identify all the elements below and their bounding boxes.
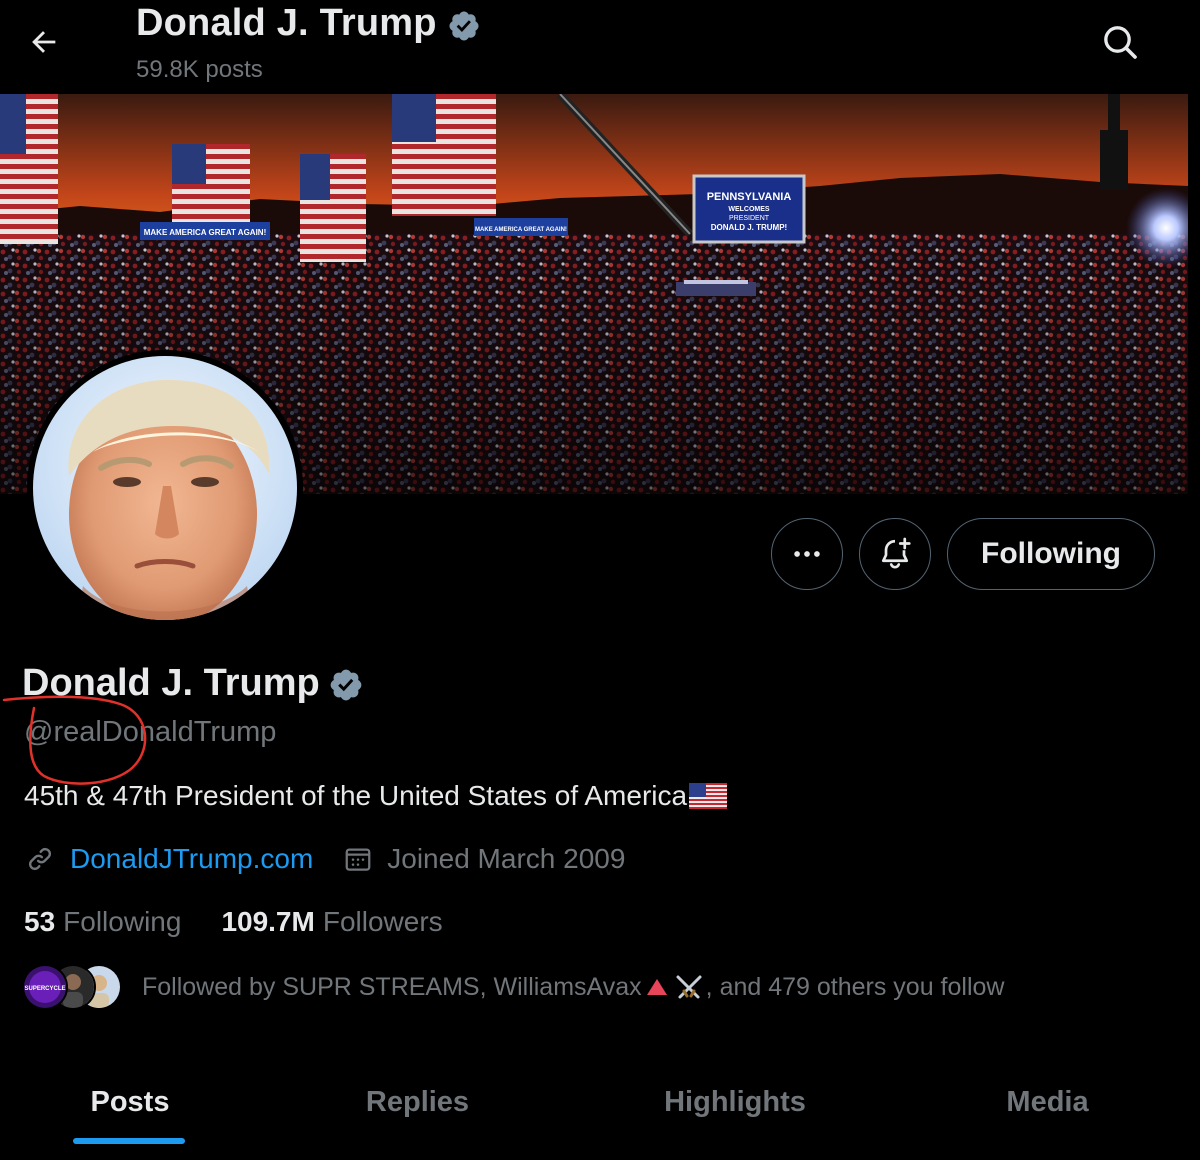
header-name: Donald J. Trump xyxy=(136,2,437,44)
banner-mid-sign: MAKE AMERICA GREAT AGAIN! xyxy=(475,227,567,233)
tab-media-label: Media xyxy=(1006,1085,1089,1118)
link-icon xyxy=(28,847,52,871)
profile-bio: 45th & 47th President of the United Stat… xyxy=(24,780,728,812)
banner-left-sign: MAKE AMERICA GREAT AGAIN! xyxy=(144,228,267,237)
avatar-image xyxy=(33,356,297,620)
more-options-button[interactable] xyxy=(771,518,843,590)
screen-line-3: PRESIDENT xyxy=(729,215,770,222)
profile-handle: @realDonaldTrump xyxy=(24,716,277,748)
search-icon xyxy=(1104,26,1137,59)
profile-avatar[interactable] xyxy=(27,350,303,626)
followed-by-avatars: SUPERCYCLE xyxy=(22,964,122,1010)
screen-line-1: PENNSYLVANIA xyxy=(707,191,792,203)
posts-count: 59.8K posts xyxy=(136,56,263,83)
joined-date: Joined March 2009 xyxy=(387,843,626,874)
profile-stats: 53 Following 109.7M Followers xyxy=(24,906,483,938)
profile-tabs: Posts Replies Highlights Media xyxy=(0,1060,1200,1160)
verified-badge-icon xyxy=(449,10,479,41)
tab-highlights[interactable]: Highlights xyxy=(575,1060,895,1144)
tab-highlights-label: Highlights xyxy=(664,1085,806,1118)
tab-media[interactable]: Media xyxy=(895,1060,1200,1144)
followers-label: Followers xyxy=(322,906,443,937)
website-item: DonaldJTrump.com xyxy=(24,843,313,875)
followed-by-text: Followed by SUPR STREAMS, WilliamsAvax ,… xyxy=(142,973,1004,1002)
bio-text: 45th & 47th President of the United Stat… xyxy=(24,780,688,811)
red-triangle-icon xyxy=(644,976,670,998)
back-button[interactable] xyxy=(20,18,68,66)
followed-by-prefix: Followed by SUPR STREAMS, WilliamsAvax xyxy=(142,972,642,1001)
active-tab-indicator xyxy=(73,1138,185,1144)
following-stat[interactable]: 53 Following xyxy=(24,906,181,938)
followed-by[interactable]: SUPERCYCLE Followed by SUPR STREAMS, Wil… xyxy=(22,964,1004,1010)
profile-name-row: Donald J. Trump xyxy=(22,662,364,705)
tab-posts-label: Posts xyxy=(90,1085,170,1118)
screen-line-2: WELCOMES xyxy=(728,206,770,213)
following-count: 53 xyxy=(24,906,56,937)
profile-page: Donald J. Trump 59.8K posts MAKE AMERICA… xyxy=(0,0,1200,1160)
arrow-left-icon xyxy=(32,31,56,53)
follower-avatar-text: SUPERCYCLE xyxy=(24,986,65,992)
following-button[interactable]: Following xyxy=(947,518,1155,590)
crossed-swords-icon xyxy=(674,973,704,1001)
following-label: Following xyxy=(63,906,182,937)
screen-line-4: DONALD J. TRUMP! xyxy=(711,223,787,232)
us-flag-icon xyxy=(689,783,728,809)
more-horizontal-icon xyxy=(794,551,820,557)
notifications-button[interactable] xyxy=(859,518,931,590)
tab-posts[interactable]: Posts xyxy=(0,1060,260,1144)
verified-badge-icon[interactable] xyxy=(328,667,364,703)
calendar-icon xyxy=(345,848,371,871)
search-button[interactable] xyxy=(1096,18,1144,66)
joined-item: Joined March 2009 xyxy=(343,843,625,875)
header-title-row: Donald J. Trump xyxy=(136,2,481,45)
profile-meta: DonaldJTrump.com Joined March 2009 xyxy=(24,843,655,875)
followers-count: 109.7M xyxy=(221,906,315,937)
bell-plus-icon xyxy=(881,537,911,569)
follower-avatar: SUPERCYCLE xyxy=(22,964,68,1010)
tab-replies[interactable]: Replies xyxy=(260,1060,575,1144)
profile-name: Donald J. Trump xyxy=(22,662,320,704)
followers-stat[interactable]: 109.7M Followers xyxy=(221,906,442,938)
tab-replies-label: Replies xyxy=(365,1085,470,1118)
followed-by-suffix: , and 479 others you follow xyxy=(705,972,1005,1001)
profile-header: Donald J. Trump 59.8K posts xyxy=(0,0,1200,94)
website-link[interactable]: DonaldJTrump.com xyxy=(70,843,313,875)
